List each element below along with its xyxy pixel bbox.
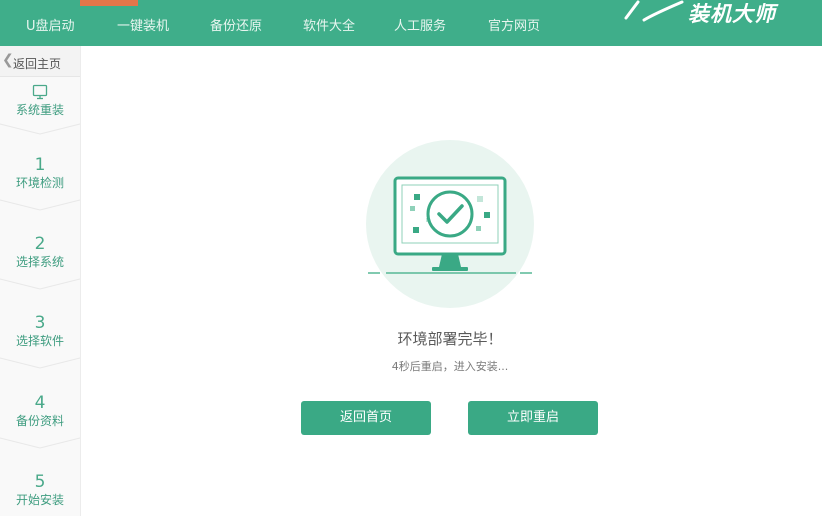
step-divider [0,123,80,135]
top-navigation-bar: U盘启动 一键装机 备份还原 软件大全 人工服务 官方网页 装机大师 [0,0,822,46]
status-subtitle: 4秒后重启，进入安装... [391,360,509,373]
accent-strip [80,0,138,6]
nav-item-support[interactable]: 人工服务 [394,15,446,34]
step-label: 选择系统 [15,255,64,269]
sidebar-step-backup-data[interactable]: 4 备份资料 [0,394,80,429]
nav-item-backup-restore[interactable]: 备份还原 [210,15,262,34]
return-home-button[interactable]: 返回首页 [301,401,431,435]
restart-now-button[interactable]: 立即重启 [468,401,598,435]
monitor-icon [32,84,48,100]
environment-ready-illustration [366,140,534,308]
back-to-home-label: 返回主页 [13,57,62,71]
step-divider [0,437,80,449]
sidebar-step-select-system[interactable]: 2 选择系统 [0,235,80,270]
nav-item-usb-boot[interactable]: U盘启动 [26,15,75,34]
step-number: 4 [34,393,46,413]
window-edge [822,0,834,516]
step-number: 3 [34,313,46,333]
status-title: 环境部署完毕！ [397,330,503,348]
chevron-left-icon: ❮ [2,52,14,68]
nav-item-software[interactable]: 软件大全 [303,15,355,34]
sidebar-step-start-install[interactable]: 5 开始安装 [0,473,80,508]
step-label: 环境检测 [15,176,64,190]
back-to-home-link[interactable]: ❮ 返回主页 [0,46,80,77]
sidebar-step-environment-check[interactable]: 1 环境检测 [0,156,80,191]
step-number: 1 [34,155,46,175]
sidebar-header-label: 系统重装 [15,103,64,117]
step-sidebar: ❮ 返回主页 系统重装 1 环境检测 2 选择系统 3 选择软件 4 备份资料 [0,46,81,516]
check-circle-icon [426,190,474,238]
step-label: 开始安装 [15,493,64,507]
step-number: 5 [34,472,46,492]
step-label: 备份资料 [15,414,64,428]
step-divider [0,199,80,211]
step-divider [0,357,80,369]
nav-item-website[interactable]: 官方网页 [488,15,540,34]
logo-text: 装机大师 [688,2,776,26]
step-divider [0,278,80,290]
sidebar-step-select-software[interactable]: 3 选择软件 [0,314,80,349]
sidebar-header-system-reinstall: 系统重装 [0,84,80,118]
step-number: 2 [34,234,46,254]
step-label: 选择软件 [15,334,64,348]
nav-item-one-click-install[interactable]: 一键装机 [117,15,169,34]
